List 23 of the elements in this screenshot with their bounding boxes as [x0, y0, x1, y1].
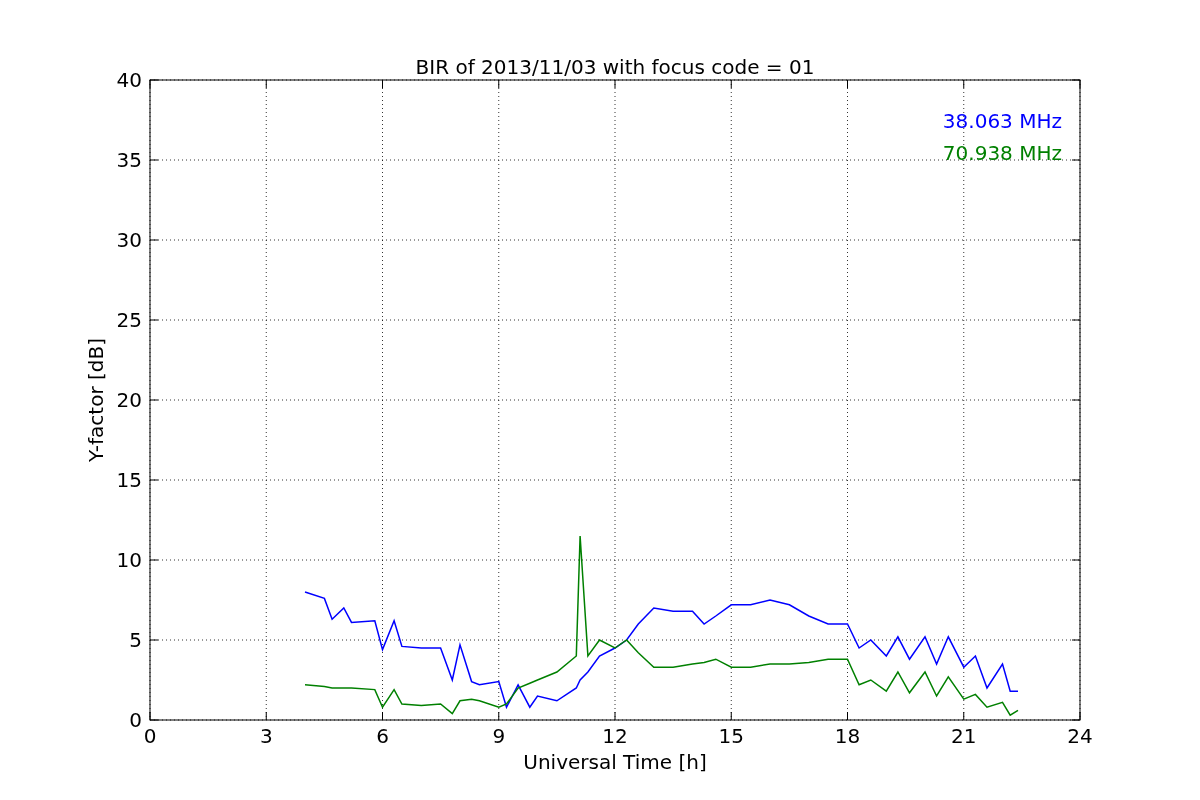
chart-title: BIR of 2013/11/03 with focus code = 01 [415, 55, 815, 79]
tick-label: 3 [259, 724, 273, 748]
tick-label: 15 [718, 724, 744, 748]
tick-label: 5 [129, 628, 142, 652]
tick-label: 24 [1067, 724, 1093, 748]
tick-label: 9 [492, 724, 506, 748]
tick-label: 15 [116, 468, 142, 492]
y-axis-label: Y-factor [dB] [84, 338, 108, 462]
x-axis-label: Universal Time [h] [523, 750, 707, 774]
tick-label: 40 [116, 68, 142, 92]
tick-label: 0 [143, 724, 157, 748]
tick-label: 20 [116, 388, 142, 412]
tick-label: 25 [116, 308, 142, 332]
legend-label: 38.063 MHz [942, 109, 1062, 133]
tick-label: 6 [376, 724, 389, 748]
tick-label: 18 [834, 724, 861, 748]
tick-label: 30 [116, 228, 142, 252]
tick-label: 0 [129, 708, 142, 732]
legend-label: 70.938 MHz [942, 141, 1062, 165]
tick-label: 10 [116, 548, 142, 572]
tick-label: 21 [951, 724, 977, 748]
tick-label: 35 [116, 148, 142, 172]
tick-label: 12 [602, 724, 628, 748]
